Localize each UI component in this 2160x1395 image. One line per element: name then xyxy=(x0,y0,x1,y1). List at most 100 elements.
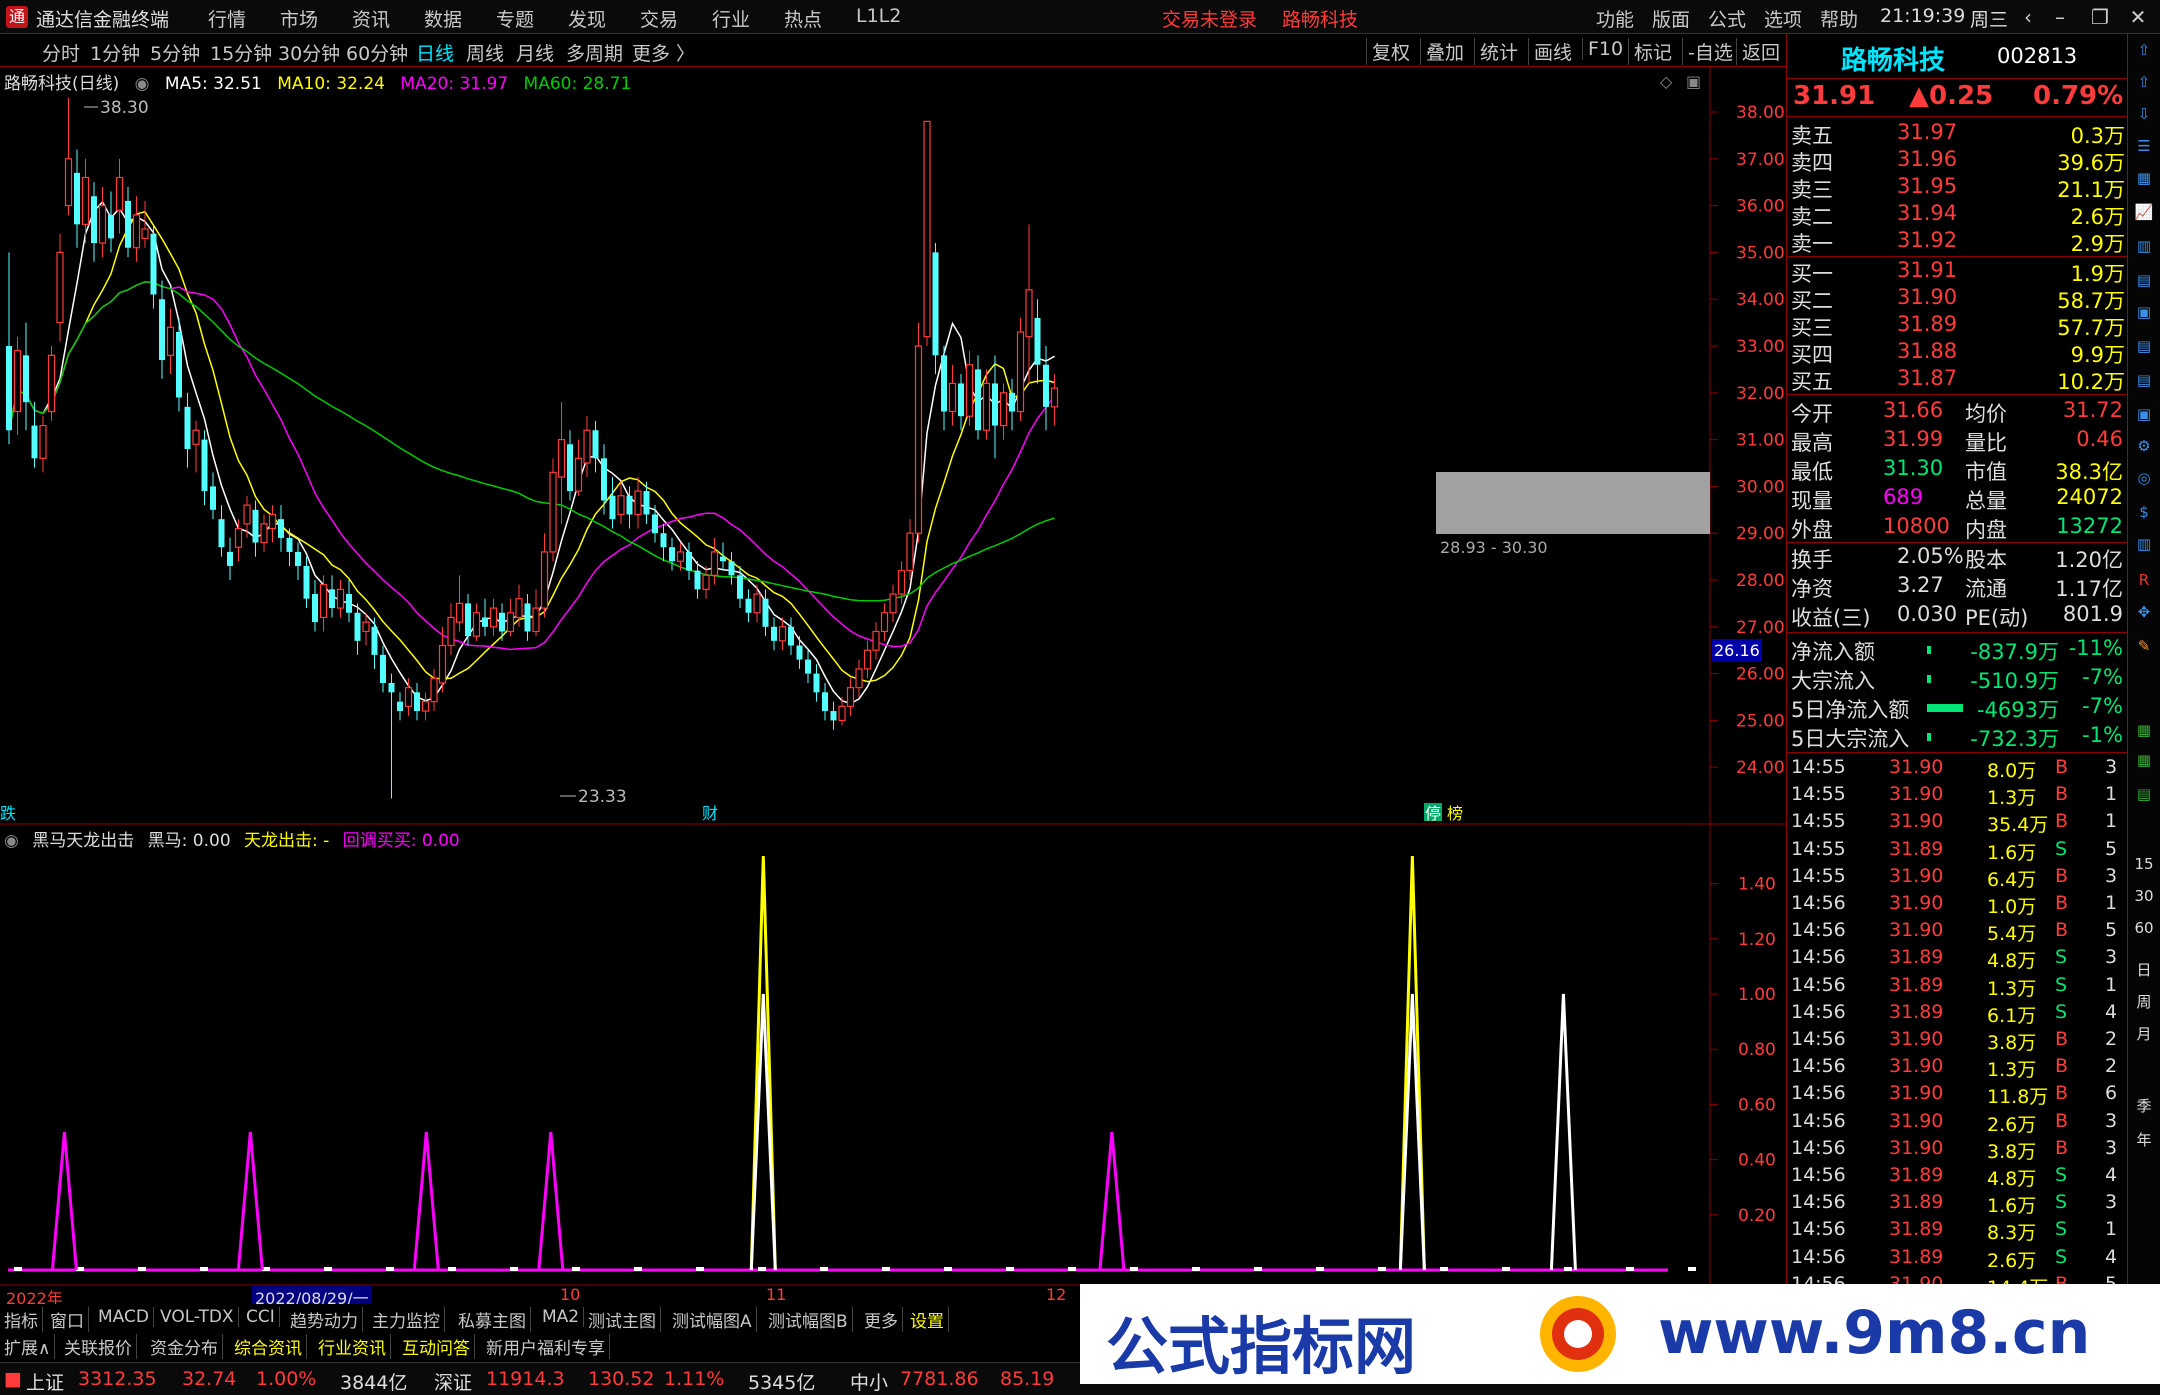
tab-hangyezixun[interactable]: 行业资讯 xyxy=(314,1334,391,1359)
chart-line-icon[interactable]: 📈 xyxy=(2132,200,2156,224)
period-15-icon[interactable]: 15 xyxy=(2132,852,2156,876)
period-month-icon[interactable]: 月 xyxy=(2132,1022,2156,1046)
down-icon[interactable]: ⇩ xyxy=(2132,102,2156,126)
period-30min[interactable]: 30分钟 xyxy=(278,39,340,66)
ask-row[interactable]: 卖五 31.97 0.3万 xyxy=(1787,120,2127,148)
period-week-icon[interactable]: 周 xyxy=(2132,990,2156,1014)
btn-huaxian[interactable]: 画线 xyxy=(1528,38,1577,65)
menu-zhuanti[interactable]: 专题 xyxy=(496,5,534,32)
period-60-icon[interactable]: 60 xyxy=(2132,916,2156,940)
f10-icon[interactable]: ▣ xyxy=(2132,300,2156,324)
ask-row[interactable]: 卖三 31.95 21.1万 xyxy=(1787,174,2127,202)
tab-gengduo[interactable]: 更多 xyxy=(860,1307,903,1332)
tab-kuozhan[interactable]: 扩展∧ xyxy=(0,1334,56,1359)
kline-icon[interactable]: ▥ xyxy=(2132,234,2156,258)
menu-l1l2[interactable]: L1L2 xyxy=(856,5,901,27)
menu-bangzhu[interactable]: 帮助 xyxy=(1820,5,1858,32)
tab-hudongwenda[interactable]: 互动问答 xyxy=(398,1334,475,1359)
up-arrow-icon[interactable]: ⇧ xyxy=(2132,38,2156,62)
stat2-row[interactable]: 换手 2.05% 股本 1.20亿 xyxy=(1787,544,2127,572)
tab-macd[interactable]: MACD xyxy=(94,1307,154,1327)
bid-row[interactable]: 买一 31.91 1.9万 xyxy=(1787,258,2127,286)
calc-icon[interactable]: ▦ xyxy=(2132,718,2156,742)
sh-label[interactable]: 上证 xyxy=(26,1368,64,1395)
ask-row[interactable]: 卖二 31.94 2.6万 xyxy=(1787,201,2127,229)
diamond-icon[interactable]: ◇ xyxy=(1660,72,1673,91)
period-15min[interactable]: 15分钟 xyxy=(210,39,272,66)
chart-icon[interactable]: ▥ xyxy=(2132,532,2156,556)
period-1min[interactable]: 1分钟 xyxy=(90,39,140,66)
ask-row[interactable]: 卖一 31.92 2.9万 xyxy=(1787,228,2127,256)
bid-row[interactable]: 买四 31.88 9.9万 xyxy=(1787,339,2127,367)
stat2-row[interactable]: 净资 3.27 流通 1.17亿 xyxy=(1787,573,2127,601)
news-icon[interactable]: ▤ xyxy=(2132,268,2156,292)
menu-jiaoyi[interactable]: 交易 xyxy=(640,5,678,32)
back-icon[interactable]: ‹ xyxy=(2014,4,2042,30)
flow-row[interactable]: 5日大宗流入 -732.3万 -1% xyxy=(1787,723,2127,751)
tab-xinyonghu[interactable]: 新用户福利专享 xyxy=(482,1334,610,1359)
btn-fuquan[interactable]: 复权 xyxy=(1366,38,1415,65)
tab-simuzhutu[interactable]: 私募主图 xyxy=(454,1307,531,1332)
tab-qushidongli[interactable]: 趋势动力 xyxy=(286,1307,363,1332)
stat-row[interactable]: 最低 31.30 市值 38.3亿 xyxy=(1787,456,2127,484)
flow-row[interactable]: 大宗流入 -510.9万 -7% xyxy=(1787,665,2127,693)
menu-gongneng[interactable]: 功能 xyxy=(1596,5,1634,32)
event-marker-mid[interactable]: 财 xyxy=(702,804,718,823)
tab-ma2[interactable]: MA2 xyxy=(538,1307,585,1327)
btn-zixuan[interactable]: -自选 xyxy=(1682,38,1738,65)
rsi-icon[interactable]: R xyxy=(2132,568,2156,592)
event-marker-right1[interactable]: 停 xyxy=(1425,804,1441,823)
event-marker-left[interactable]: 跌 xyxy=(0,804,16,823)
tab-chuangkou[interactable]: 窗口 xyxy=(46,1307,89,1332)
f2-icon[interactable]: ▣ xyxy=(2132,402,2156,426)
period-30-icon[interactable]: 30 xyxy=(2132,884,2156,908)
zx-label[interactable]: 中小 xyxy=(850,1368,888,1395)
period-quarter-icon[interactable]: 季 xyxy=(2132,1094,2156,1118)
btn-diejia[interactable]: 叠加 xyxy=(1420,38,1469,65)
bid-row[interactable]: 买五 31.87 10.2万 xyxy=(1787,366,2127,394)
menu-hangqing[interactable]: 行情 xyxy=(208,5,246,32)
menu-banmian[interactable]: 版面 xyxy=(1652,5,1690,32)
target-icon[interactable]: ◎ xyxy=(2132,466,2156,490)
event-marker-right2[interactable]: 榜 xyxy=(1447,804,1463,823)
restore-icon[interactable]: ❐ xyxy=(2086,4,2114,30)
bid-row[interactable]: 买二 31.90 58.7万 xyxy=(1787,285,2127,313)
stat2-row[interactable]: 收益(三) 0.030 PE(动) 801.9 xyxy=(1787,602,2127,630)
stat-row[interactable]: 外盘 10800 内盘 13272 xyxy=(1787,514,2127,542)
move-icon[interactable]: ✥ xyxy=(2132,600,2156,624)
stat-row[interactable]: 现量 689 总量 24072 xyxy=(1787,485,2127,513)
close-icon[interactable]: ✕ xyxy=(2124,4,2152,30)
tab-ceshifutua[interactable]: 测试幅图A xyxy=(668,1307,757,1332)
btn-tongji[interactable]: 统计 xyxy=(1474,38,1523,65)
menu-gongshi[interactable]: 公式 xyxy=(1708,5,1746,32)
tab-zhulijiankong[interactable]: 主力监控 xyxy=(368,1307,445,1332)
grid-icon[interactable]: ▦ xyxy=(2132,748,2156,772)
doc-icon[interactable]: ▤ xyxy=(2132,334,2156,358)
gear-icon[interactable]: ⚙ xyxy=(2132,434,2156,458)
period-daily[interactable]: 日线 xyxy=(416,39,454,66)
menu-shuju[interactable]: 数据 xyxy=(424,5,462,32)
menu-redian[interactable]: 热点 xyxy=(784,5,822,32)
tab-vol-tdx[interactable]: VOL-TDX xyxy=(156,1307,239,1327)
trade-status[interactable]: 交易未登录 xyxy=(1162,5,1257,32)
period-weekly[interactable]: 周线 xyxy=(466,39,504,66)
menu-hangye[interactable]: 行业 xyxy=(712,5,750,32)
indicator-settings-icon[interactable]: ◉ xyxy=(4,831,19,851)
stat-row[interactable]: 最高 31.99 量比 0.46 xyxy=(1787,427,2127,455)
tab-ceshifutub[interactable]: 测试幅图B xyxy=(764,1307,853,1332)
kline-chart[interactable]: 28.93 - 30.30 38.30 23.33 38.00 37.00 36.0… xyxy=(0,67,1786,1304)
up-icon[interactable]: ⇧ xyxy=(2132,70,2156,94)
period-60min[interactable]: 60分钟 xyxy=(346,39,408,66)
btn-f10[interactable]: F10 xyxy=(1582,38,1628,60)
period-5min[interactable]: 5分钟 xyxy=(150,39,200,66)
sz-label[interactable]: 深证 xyxy=(434,1368,472,1395)
stat-row[interactable]: 今开 31.66 均价 31.72 xyxy=(1787,398,2127,426)
tab-cci[interactable]: CCI xyxy=(242,1307,280,1327)
ask-row[interactable]: 卖四 31.96 39.6万 xyxy=(1787,147,2127,175)
tab-zhibiao[interactable]: 指标 xyxy=(0,1307,43,1332)
period-day-icon[interactable]: 日 xyxy=(2132,958,2156,982)
menu-zixun[interactable]: 资讯 xyxy=(352,5,390,32)
panel-toggle-icon[interactable]: ▣ xyxy=(1686,72,1701,91)
doc2-icon[interactable]: ▤ xyxy=(2132,368,2156,392)
period-multi[interactable]: 多周期 xyxy=(566,39,623,66)
